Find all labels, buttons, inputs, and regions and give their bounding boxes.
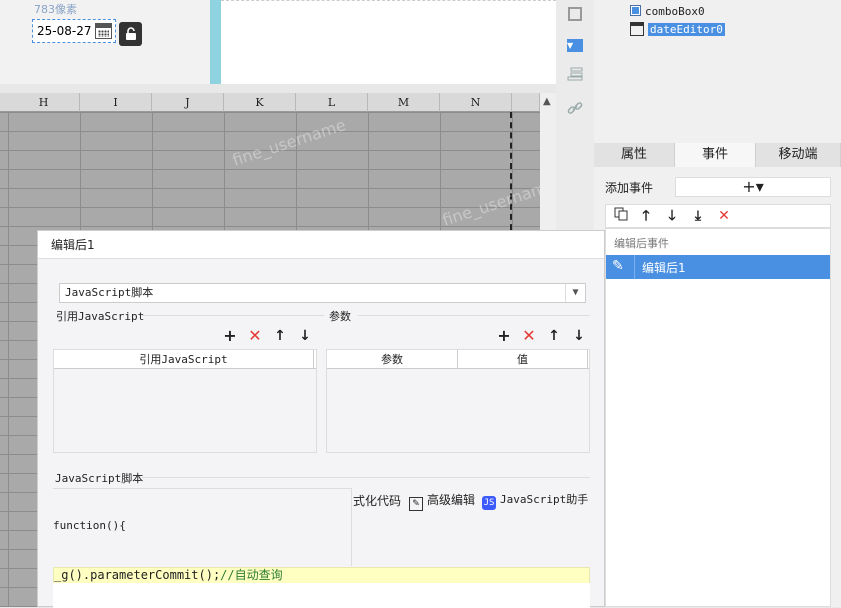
widget-size-label: 783像素 (34, 3, 77, 16)
move-up-icon[interactable]: ↑ (545, 327, 563, 345)
property-tabs: 属性 事件 移动端 (594, 143, 841, 167)
row-header-corner (0, 93, 8, 112)
params-label: 参数 (329, 310, 351, 323)
unlock-icon[interactable] (119, 22, 142, 46)
tab-properties[interactable]: 属性 (594, 143, 675, 167)
script-section-label: JavaScript脚本 (55, 472, 144, 485)
column-header[interactable]: L (296, 93, 368, 112)
calendar-icon (630, 22, 644, 36)
dialog-title: 编辑后1 (38, 231, 604, 259)
scroll-up-icon[interactable]: ▲ (543, 96, 551, 107)
code-line[interactable]: function(){ (53, 519, 126, 532)
helper-icon: JS (482, 496, 496, 510)
event-list-header: 编辑后事件 (614, 237, 669, 250)
add-event-label: 添加事件 (605, 181, 654, 195)
column-header[interactable]: J (152, 93, 224, 112)
table-header: 参数 (327, 350, 458, 369)
event-item-label: 编辑后1 (642, 261, 686, 275)
move-bottom-icon[interactable]: ⤓ (689, 207, 707, 225)
pencil-icon: ✎ (612, 258, 624, 274)
ref-js-table[interactable]: 引用JavaScript (53, 349, 317, 453)
combobox-icon (630, 5, 641, 16)
add-icon[interactable]: + (221, 327, 239, 345)
dropdown-widget-icon[interactable]: ▼ (567, 39, 583, 52)
date-value: 25-08-27 (37, 24, 92, 38)
move-up-icon[interactable]: ↑ (271, 327, 289, 345)
move-up-icon[interactable]: 🡑 (637, 207, 655, 225)
delete-icon[interactable]: ✕ (715, 207, 733, 225)
link-icon[interactable] (565, 100, 585, 120)
move-down-icon[interactable]: 🡓 (663, 207, 681, 225)
column-header[interactable]: N (440, 93, 512, 112)
date-editor-widget[interactable]: 25-08-27 (32, 19, 116, 43)
ref-js-label: 引用JavaScript (56, 310, 145, 323)
calendar-icon[interactable] (95, 23, 112, 39)
column-header[interactable] (512, 93, 540, 112)
script-type-select[interactable]: JavaScript脚本 ▼ (59, 283, 586, 303)
move-down-icon[interactable]: ↓ (570, 327, 588, 345)
delete-icon[interactable]: ✕ (246, 327, 264, 345)
copy-icon[interactable] (612, 207, 630, 225)
advanced-edit-button[interactable]: ✎ 高级编辑 (409, 491, 475, 511)
design-canvas[interactable]: 783像素 25-08-27 (0, 0, 556, 84)
tab-events[interactable]: 事件 (675, 143, 756, 167)
script-type-value: JavaScript脚本 (65, 286, 154, 299)
column-header[interactable]: I (80, 93, 152, 112)
move-down-icon[interactable]: ↓ (296, 327, 314, 345)
add-event-button[interactable]: +▾ (675, 177, 831, 197)
tab-mobile[interactable]: 移动端 (756, 143, 841, 167)
tree-item-dateeditor[interactable]: dateEditor0 (630, 22, 725, 38)
column-header[interactable]: K (224, 93, 296, 112)
event-edit-dialog: 编辑后1 JavaScript脚本 ▼ 引用JavaScript + ✕ ↑ ↓… (37, 230, 605, 608)
format-code-button[interactable]: 式化代码 (353, 492, 401, 509)
tree-item-combobox[interactable]: comboBox0 (630, 4, 705, 20)
column-header[interactable]: H (8, 93, 80, 112)
table-header: 值 (458, 350, 588, 369)
js-helper-button[interactable]: JS JavaScript助手 (482, 491, 588, 510)
chevron-down-icon[interactable]: ▼ (565, 284, 585, 302)
column-header[interactable]: M (368, 93, 440, 112)
select-square-icon[interactable] (568, 7, 582, 21)
right-panel: comboBox0 dateEditor0 属性 事件 移动端 添加事件 +▾ … (594, 0, 841, 607)
page-boundary (210, 0, 221, 84)
canvas-blank-area (221, 0, 556, 84)
event-toolbar: 🡑 🡓 ⤓ ✕ (605, 204, 831, 228)
event-list: 编辑后事件 ✎ 编辑后1 (605, 228, 831, 607)
code-line-highlighted[interactable]: _g().parameterCommit();//自动查询 (53, 567, 590, 584)
event-item[interactable]: ✎ 编辑后1 (606, 255, 830, 279)
add-icon[interactable]: + (495, 327, 513, 345)
edit-icon: ✎ (409, 497, 423, 511)
params-table[interactable]: 参数 值 (326, 349, 590, 453)
delete-icon[interactable]: ✕ (520, 327, 538, 345)
layers-icon[interactable] (565, 67, 585, 87)
table-header: 引用JavaScript (54, 350, 314, 369)
code-editor-area[interactable] (53, 583, 590, 608)
